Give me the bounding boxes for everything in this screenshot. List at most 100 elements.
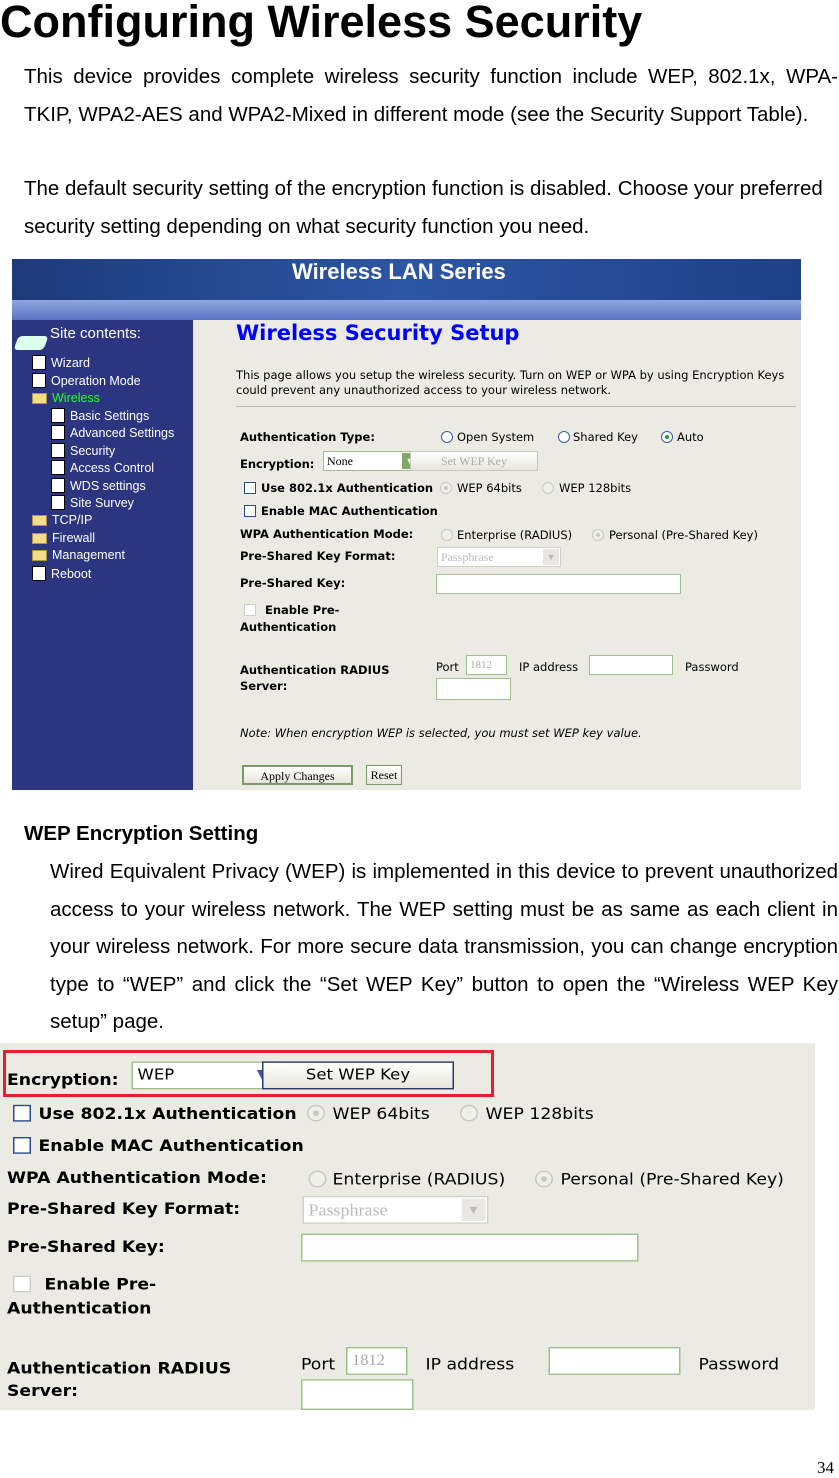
ip-input[interactable] (589, 655, 673, 675)
psk-format-value: Passphrase (441, 550, 494, 564)
intro-paragraph-2: The default security setting of the encr… (24, 177, 823, 238)
folder-icon (32, 549, 47, 561)
auth-auto-radio[interactable] (661, 431, 673, 443)
pre-auth-label: Authentication (240, 620, 337, 634)
psk-input[interactable] (436, 574, 681, 594)
sidebar-item-label: Advanced Settings (70, 425, 175, 440)
psk-format-select[interactable]: Passphrase ▼ (437, 547, 561, 567)
password-input[interactable] (301, 1379, 414, 1410)
section-paragraph: Wired Equivalent Privacy (WEP) is implem… (50, 860, 838, 1033)
enable-mac-checkbox[interactable] (244, 505, 256, 517)
port-input[interactable]: 1812 (466, 655, 507, 675)
encryption-select[interactable]: None▼ (323, 451, 420, 471)
document-icon (51, 408, 65, 423)
screenshot-wep-encryption: Encryption: WEP▼ Set WEP Key Use 802.1x … (0, 1043, 815, 1410)
security-setup-title: Wireless Security Setup (236, 321, 520, 345)
enable-pre-auth-checkbox[interactable] (244, 604, 256, 616)
psk-label: Pre-Shared Key: (7, 1236, 165, 1256)
sidebar-item-access-control[interactable]: Access Control (51, 460, 154, 475)
wpa-mode-label: WPA Authentication Mode: (7, 1167, 267, 1188)
document-icon (32, 355, 46, 370)
enterprise-radio[interactable] (441, 529, 453, 541)
enable-mac-checkbox[interactable] (13, 1137, 31, 1154)
use-8021x-checkbox[interactable] (244, 482, 256, 494)
radius-server-label: Server: (7, 1380, 78, 1401)
psk-format-select[interactable]: Passphrase ▼ (302, 1195, 489, 1224)
apply-changes-button[interactable]: Apply Changes (242, 765, 353, 785)
sidebar-item-label: Security (70, 443, 116, 458)
sidebar-item-reboot[interactable]: Reboot (32, 566, 91, 581)
sidebar-item-management[interactable]: Management (32, 548, 125, 562)
wep128-radio[interactable] (542, 482, 554, 494)
password-input[interactable] (436, 678, 511, 700)
page-number: 34 (817, 1458, 834, 1477)
site-contents-label: Site contents: (50, 325, 141, 342)
auth-open-radio[interactable] (441, 431, 453, 443)
set-wep-key-button[interactable]: Set WEP Key (410, 451, 538, 471)
auth-type-label: Authentication Type: (240, 430, 375, 444)
banner: Wireless LAN Series (12, 259, 801, 300)
page-title: Configuring Wireless Security (0, 0, 643, 47)
wep64-label: WEP 64bits (332, 1103, 430, 1123)
use-8021x-label: Use 802.1x Authentication (261, 481, 434, 495)
ip-label: IP address (519, 660, 579, 674)
sidebar-item-wds-settings[interactable]: WDS settings (51, 478, 146, 493)
auth-shared-radio[interactable] (558, 431, 570, 443)
enable-pre-label: Enable Pre- (265, 603, 340, 617)
intro-paragraph-1: This device provides complete wireless s… (24, 65, 838, 126)
psk-input[interactable] (301, 1233, 639, 1262)
enable-mac-label: Enable MAC Authentication (38, 1135, 304, 1156)
port-input[interactable]: 1812 (346, 1347, 408, 1375)
document-icon (51, 478, 65, 493)
sidebar-item-label: Wizard (51, 355, 90, 370)
psk-format-label: Pre-Shared Key Format: (240, 549, 396, 563)
port-label: Port (436, 660, 459, 674)
sidebar-item-site-survey[interactable]: Site Survey (51, 495, 134, 510)
sidebar-item-advanced-settings[interactable]: Advanced Settings (51, 425, 174, 440)
use-8021x-checkbox[interactable] (13, 1104, 31, 1122)
port-label: Port (301, 1354, 336, 1374)
router-icon (13, 336, 49, 350)
ip-input[interactable] (548, 1347, 681, 1375)
folder-icon (32, 514, 47, 526)
personal-label: Personal (Pre-Shared Key) (609, 528, 758, 542)
reset-button[interactable]: Reset (366, 765, 402, 785)
radius-label: Authentication RADIUS (240, 663, 390, 677)
sidebar-item-firewall[interactable]: Firewall (32, 531, 95, 545)
wep128-label: WEP 128bits (485, 1103, 594, 1123)
document-icon (51, 460, 65, 475)
banner-title: Wireless LAN Series (292, 259, 506, 284)
sidebar-item-security[interactable]: Security (51, 443, 115, 458)
sidebar-item-wizard[interactable]: Wizard (32, 355, 90, 370)
sidebar-item-label: Wireless (52, 391, 100, 405)
folder-icon (32, 532, 47, 544)
document-icon (32, 373, 46, 388)
sidebar-item-tcpip[interactable]: TCP/IP (32, 513, 92, 527)
wep64-radio[interactable] (440, 482, 452, 494)
sidebar-item-operation-mode[interactable]: Operation Mode (32, 373, 141, 388)
personal-radio[interactable] (535, 1170, 553, 1188)
enable-pre-auth-checkbox[interactable] (13, 1275, 31, 1293)
wep128-radio[interactable] (460, 1104, 478, 1122)
encryption-label: Encryption: (240, 457, 315, 471)
document-icon (51, 495, 65, 510)
auth-shared-label: Shared Key (573, 430, 638, 444)
password-label: Password (685, 660, 739, 674)
enable-mac-label: Enable MAC Authentication (261, 504, 438, 518)
enterprise-radio[interactable] (308, 1170, 327, 1188)
wep64-radio[interactable] (307, 1104, 325, 1122)
psk-label: Pre-Shared Key: (240, 576, 346, 590)
wep128-label: WEP 128bits (559, 481, 632, 495)
radius-server-label: Server: (240, 679, 288, 693)
document-icon (51, 443, 65, 458)
chevron-down-icon: ▼ (461, 1198, 486, 1221)
highlight-box (3, 1050, 494, 1097)
enable-pre-label: Enable Pre- (44, 1274, 157, 1294)
folder-open-icon (32, 392, 47, 404)
sidebar-item-wireless[interactable]: Wireless (32, 391, 100, 405)
personal-radio[interactable] (592, 529, 604, 541)
sidebar-item-basic-settings[interactable]: Basic Settings (51, 408, 149, 423)
sidebar-item-label: Basic Settings (70, 408, 150, 423)
password-label: Password (698, 1354, 780, 1374)
banner-stripe (12, 300, 801, 320)
